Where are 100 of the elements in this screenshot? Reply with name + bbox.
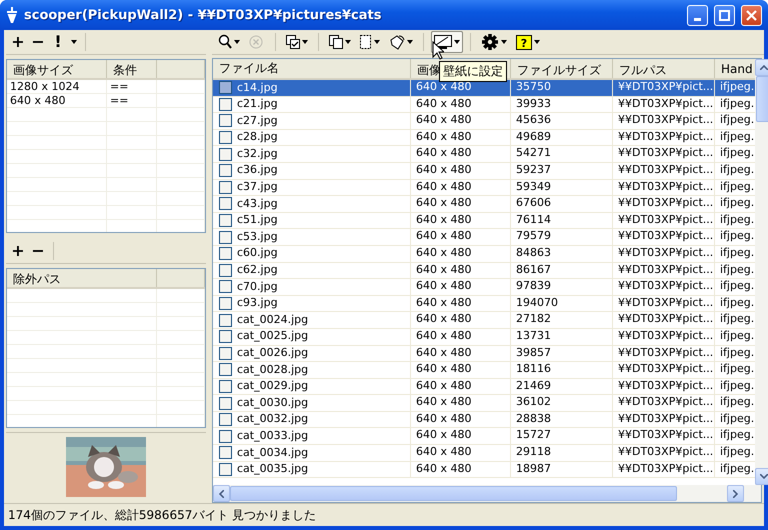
file-row[interactable]: c21.jpg 640 x 480 39933 ¥¥DT03XP¥pict... ifjpeg. <box>213 96 755 114</box>
checkbox[interactable] <box>219 346 232 360</box>
file-row[interactable]: c36.jpg 640 x 480 59237 ¥¥DT03XP¥pict... ifjpeg. <box>213 162 755 180</box>
checkbox[interactable] <box>219 180 232 194</box>
file-row[interactable]: cat_0032.jpg 640 x 480 28838 ¥¥DT03XP¥pict... ifjpeg. <box>213 412 755 428</box>
checkbox[interactable] <box>219 148 232 161</box>
checkbox[interactable] <box>219 98 232 111</box>
scroll-left-button[interactable] <box>213 485 230 502</box>
column-header[interactable]: Hand <box>715 59 755 78</box>
file-name: c53.jpg <box>237 230 278 244</box>
checkbox[interactable] <box>219 81 232 94</box>
checkbox[interactable] <box>219 214 232 228</box>
table-cell: 35750 <box>511 80 613 96</box>
file-row[interactable]: cat_0025.jpg 640 x 480 13731 ¥¥DT03XP¥pict... ifjpeg. <box>213 328 755 346</box>
checkbox[interactable] <box>219 247 232 260</box>
file-row[interactable]: c37.jpg 640 x 480 59349 ¥¥DT03XP¥pict... ifjpeg. <box>213 180 755 196</box>
file-name: c36.jpg <box>237 163 278 178</box>
maximize-button[interactable] <box>714 4 735 26</box>
file-name: cat_0035.jpg <box>237 462 308 477</box>
file-row[interactable]: c28.jpg 640 x 480 49689 ¥¥DT03XP¥pict... ifjpeg. <box>213 130 755 146</box>
checkbox[interactable] <box>219 462 232 476</box>
table-cell: 640 x 480 <box>411 378 511 394</box>
checkbox[interactable] <box>219 264 232 277</box>
checkbox[interactable] <box>219 330 232 344</box>
toolbar-button[interactable]: ! <box>49 32 67 52</box>
checkbox[interactable] <box>219 413 232 426</box>
file-row[interactable]: cat_0033.jpg 640 x 480 15727 ¥¥DT03XP¥pict... ifjpeg. <box>213 428 755 446</box>
checkbox[interactable] <box>219 131 232 144</box>
file-row[interactable]: cat_0024.jpg 640 x 480 27182 ¥¥DT03XP¥pict... ifjpeg. <box>213 312 755 329</box>
table-cell: == <box>107 80 157 93</box>
file-row[interactable]: c60.jpg 640 x 480 84863 ¥¥DT03XP¥pict... ifjpeg. <box>213 246 755 263</box>
table-cell-text: ifjpeg. <box>719 378 755 394</box>
checkbox[interactable] <box>219 297 232 310</box>
table-cell: ¥¥DT03XP¥pict... <box>613 146 715 162</box>
table-cell: 640 x 480 <box>411 395 511 411</box>
close-button[interactable] <box>741 4 762 26</box>
column-header[interactable]: ファイル名 <box>213 59 411 78</box>
scroll-up-button[interactable] <box>755 59 768 76</box>
table-cell: 21469 <box>511 378 613 394</box>
table-cell: 640 x 480 <box>411 162 511 179</box>
checkbox[interactable] <box>219 280 232 294</box>
file-name: c37.jpg <box>237 180 278 195</box>
file-row[interactable]: c70.jpg 640 x 480 97839 ¥¥DT03XP¥pict... ifjpeg. <box>213 279 755 296</box>
table-cell: ¥¥DT03XP¥pict... <box>613 395 715 411</box>
table-cell: ¥¥DT03XP¥pict... <box>613 296 715 312</box>
file-row[interactable]: c43.jpg 640 x 480 67606 ¥¥DT03XP¥pict... ifjpeg. <box>213 196 755 213</box>
checkbox[interactable] <box>219 430 232 443</box>
file-row[interactable]: cat_0034.jpg 640 x 480 29118 ¥¥DT03XP¥pict... ifjpeg. <box>213 445 755 462</box>
toolbar-button[interactable] <box>431 31 463 53</box>
scroll-down-button[interactable] <box>755 468 768 485</box>
toolbar-button[interactable]: + <box>9 32 27 52</box>
checkbox[interactable] <box>219 230 232 244</box>
checkbox[interactable] <box>219 363 232 376</box>
checkbox[interactable] <box>219 446 232 460</box>
checkbox[interactable] <box>219 380 232 393</box>
table-cell: 15727 <box>511 428 613 444</box>
checkbox[interactable] <box>219 114 232 128</box>
file-row[interactable]: cat_0026.jpg 640 x 480 39857 ¥¥DT03XP¥pict... ifjpeg. <box>213 346 755 362</box>
table-cell-text: ifjpeg. <box>719 80 755 95</box>
checkbox[interactable] <box>219 396 232 410</box>
file-name: cat_0030.jpg <box>237 396 308 410</box>
file-row[interactable]: c53.jpg 640 x 480 79579 ¥¥DT03XP¥pict... ifjpeg. <box>213 229 755 246</box>
dropdown-caret-icon <box>234 40 240 44</box>
table-cell: ¥¥DT03XP¥pict... <box>613 246 715 262</box>
toolbar-button[interactable]: + <box>9 241 27 261</box>
file-row[interactable]: cat_0029.jpg 640 x 480 21469 ¥¥DT03XP¥pict... ifjpeg. <box>213 378 755 396</box>
dropdown-caret-icon <box>454 40 460 44</box>
file-row[interactable]: c27.jpg 640 x 480 45636 ¥¥DT03XP¥pict... ifjpeg. <box>213 113 755 130</box>
table-cell: 13731 <box>511 328 613 344</box>
toolbar-button[interactable]: − <box>29 32 47 52</box>
scrollbar-thumb[interactable] <box>756 76 768 122</box>
status-bar: 174個のファイル、総計5986657バイト 見つかりました <box>4 503 764 526</box>
scroll-right-button[interactable] <box>727 485 744 502</box>
checkbox[interactable] <box>219 314 232 327</box>
column-header[interactable]: ファイルサイズ <box>511 59 613 78</box>
checkbox[interactable] <box>219 197 232 210</box>
toolbar-button[interactable]: − <box>29 241 47 261</box>
checkbox[interactable] <box>219 164 232 178</box>
file-row[interactable]: cat_0030.jpg 640 x 480 36102 ¥¥DT03XP¥pict... ifjpeg. <box>213 395 755 412</box>
table-cell-text: ifjpeg. <box>719 130 755 145</box>
table-cell: 640 x 480 <box>411 362 511 378</box>
table-cell: 640 x 480 <box>411 262 511 278</box>
table-cell: ¥¥DT03XP¥pict... <box>613 412 715 428</box>
table-cell-text: ifjpeg. <box>719 113 755 128</box>
file-row[interactable]: cat_0035.jpg 640 x 480 18987 ¥¥DT03XP¥pict... ifjpeg. <box>213 462 755 478</box>
file-row[interactable]: cat_0028.jpg 640 x 480 18116 ¥¥DT03XP¥pict... ifjpeg. <box>213 362 755 379</box>
file-row[interactable]: c51.jpg 640 x 480 76114 ¥¥DT03XP¥pict... ifjpeg. <box>213 212 755 230</box>
file-row[interactable]: c14.jpg 640 x 480 35750 ¥¥DT03XP¥pict... ifjpeg. <box>213 80 755 97</box>
scrollbar-thumb[interactable] <box>230 486 677 501</box>
table-cell-text: ifjpeg. <box>719 229 755 244</box>
column-header[interactable]: 画像サイズ <box>7 60 107 78</box>
file-row[interactable]: c62.jpg 640 x 480 86167 ¥¥DT03XP¥pict... ifjpeg. <box>213 262 755 280</box>
column-header[interactable]: 条件 <box>107 60 157 78</box>
column-header[interactable]: フルパス <box>613 59 715 78</box>
file-row[interactable]: c93.jpg 640 x 480 194070 ¥¥DT03XP¥pict... ifjpeg. <box>213 296 755 312</box>
file-name: c28.jpg <box>237 130 278 145</box>
toolbar-button[interactable]: ? <box>513 31 543 53</box>
table-cell: ¥¥DT03XP¥pict... <box>613 462 715 478</box>
file-row[interactable]: c32.jpg 640 x 480 54271 ¥¥DT03XP¥pict... ifjpeg. <box>213 146 755 163</box>
minimize-button[interactable] <box>687 4 708 26</box>
